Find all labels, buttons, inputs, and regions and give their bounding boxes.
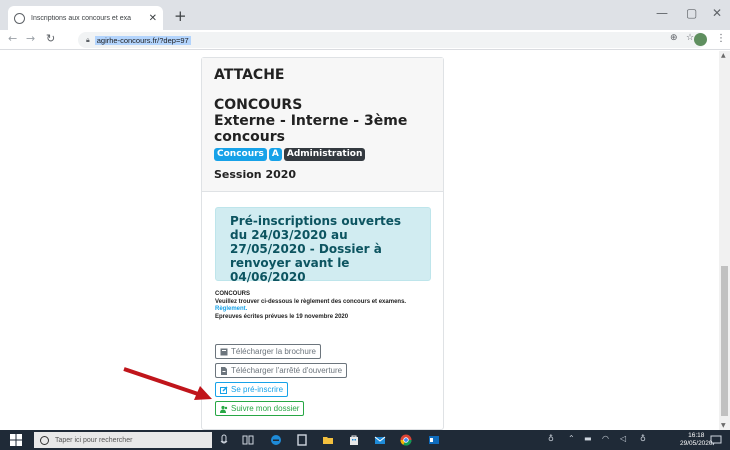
address-bar[interactable]: 🔒︎ agirhe-concours.fr/?dep=97 ⊕ ☆: [78, 32, 706, 48]
bookmark-star-icon[interactable]: ☆: [686, 33, 694, 43]
browser-tabbar: Inscriptions aux concours et exa ✕ + — ▢…: [0, 0, 730, 30]
badge-administration: Administration: [283, 148, 366, 161]
page-scrollbar[interactable]: ▲ ▼: [719, 51, 730, 430]
scroll-up-icon[interactable]: ▲: [721, 52, 726, 59]
brochure-label: Télécharger la brochure: [231, 347, 316, 356]
task-view-icon[interactable]: [242, 434, 254, 446]
globe-icon: [14, 12, 25, 24]
file-explorer-icon[interactable]: [322, 434, 334, 446]
edit-icon: [220, 386, 228, 394]
forward-icon[interactable]: →: [26, 32, 35, 45]
taskbar-search[interactable]: Taper ici pour rechercher: [34, 432, 212, 448]
page-viewport: ATTACHE CONCOURS Externe - Interne - 3èm…: [0, 51, 730, 430]
red-arrow-annotation: [123, 367, 212, 400]
download-arrete-button[interactable]: Télécharger l'arrêté d'ouverture: [215, 363, 348, 378]
maximize-icon[interactable]: ▢: [686, 6, 697, 20]
book-icon: [220, 348, 228, 355]
url-text[interactable]: agirhe-concours.fr/?dep=97: [94, 35, 191, 45]
clock-date: 29/05/2020: [680, 440, 713, 447]
mail-icon[interactable]: [374, 434, 386, 446]
badge-category: A: [268, 148, 282, 161]
page-title: ATTACHE: [214, 67, 285, 83]
search-placeholder: Taper ici pour rechercher: [55, 436, 133, 444]
taskbar-clock[interactable]: 16:18 29/05/2020: [680, 432, 713, 448]
concours-label: CONCOURS: [214, 97, 303, 113]
browser-navbar: ← → ↻ 🔒︎ agirhe-concours.fr/?dep=97 ⊕ ☆ …: [0, 30, 730, 50]
concours-types: Externe - Interne - 3ème concours: [214, 113, 408, 145]
wifi-icon[interactable]: ◠: [602, 434, 609, 443]
minimize-icon[interactable]: —: [656, 6, 668, 20]
card-header: ATTACHE CONCOURS Externe - Interne - 3èm…: [202, 58, 443, 192]
menu-dots-icon[interactable]: ⋮: [716, 33, 726, 44]
edge-icon[interactable]: [270, 434, 282, 446]
file-icon: [221, 366, 227, 375]
tab-title: Inscriptions aux concours et exa: [31, 14, 131, 22]
scroll-down-icon[interactable]: ▼: [721, 422, 726, 429]
concours-card: ATTACHE CONCOURS Externe - Interne - 3èm…: [201, 57, 444, 430]
tab-close-icon[interactable]: ✕: [149, 13, 157, 24]
action-center-icon[interactable]: [710, 434, 722, 446]
session-label: Session 2020: [214, 168, 297, 181]
info-heading: CONCOURS: [215, 291, 251, 297]
search-icon: [40, 435, 49, 445]
preinscription-label: Se pré-inscrire: [231, 385, 284, 394]
epreuves-text: Epreuves écrites prévues le 19 novembre …: [215, 313, 349, 320]
windows-taskbar: Taper ici pour rechercher ♁ ⌃ ▬ ◠ ◁ ♁ 16…: [0, 430, 730, 450]
microphone-icon[interactable]: [218, 434, 230, 446]
badge-group: Concours A Administration: [214, 148, 431, 161]
back-icon[interactable]: ←: [8, 32, 17, 45]
outlook-icon[interactable]: [428, 434, 440, 446]
profile-avatar[interactable]: [694, 33, 707, 46]
reglement-link[interactable]: Règlement.: [215, 306, 435, 314]
notification-person-icon[interactable]: ♁: [640, 434, 646, 443]
tray-chevron-icon[interactable]: ⌃: [568, 434, 575, 443]
volume-icon[interactable]: ◁: [620, 434, 626, 443]
lock-icon: 🔒︎: [86, 35, 90, 44]
info-alert: Pré-inscriptions ouvertes du 24/03/2020 …: [215, 207, 431, 284]
tablet-icon[interactable]: [296, 434, 308, 446]
battery-icon[interactable]: ▬: [584, 434, 592, 443]
browser-tab[interactable]: Inscriptions aux concours et exa ✕: [8, 6, 163, 30]
download-brochure-button[interactable]: Télécharger la brochure: [215, 344, 321, 359]
info-block: CONCOURS Veuillez trouver ci-dessous le …: [215, 291, 435, 321]
store-icon[interactable]: [348, 434, 360, 446]
chrome-icon[interactable]: [400, 434, 412, 446]
zoom-icon[interactable]: ⊕: [670, 33, 678, 43]
dossier-label: Suivre mon dossier: [231, 404, 300, 413]
alert-text: Pré-inscriptions ouvertes du 24/03/2020 …: [230, 214, 402, 284]
badge-concours: Concours: [214, 148, 267, 161]
preinscription-button[interactable]: Se pré-inscrire: [215, 382, 289, 397]
follow-dossier-button[interactable]: Suivre mon dossier: [215, 401, 305, 416]
reload-icon[interactable]: ↻: [46, 32, 55, 45]
window-close-icon[interactable]: ✕: [712, 6, 722, 20]
clock-time: 16:18: [688, 432, 705, 439]
new-tab-icon[interactable]: +: [174, 7, 187, 25]
users-icon: [220, 405, 228, 413]
info-text: Veuillez trouver ci-dessous le règlement…: [215, 298, 407, 305]
arrete-label: Télécharger l'arrêté d'ouverture: [231, 366, 343, 375]
windows-start-icon[interactable]: [10, 434, 22, 446]
people-icon[interactable]: ♁: [548, 434, 554, 443]
scroll-thumb[interactable]: [721, 266, 728, 416]
